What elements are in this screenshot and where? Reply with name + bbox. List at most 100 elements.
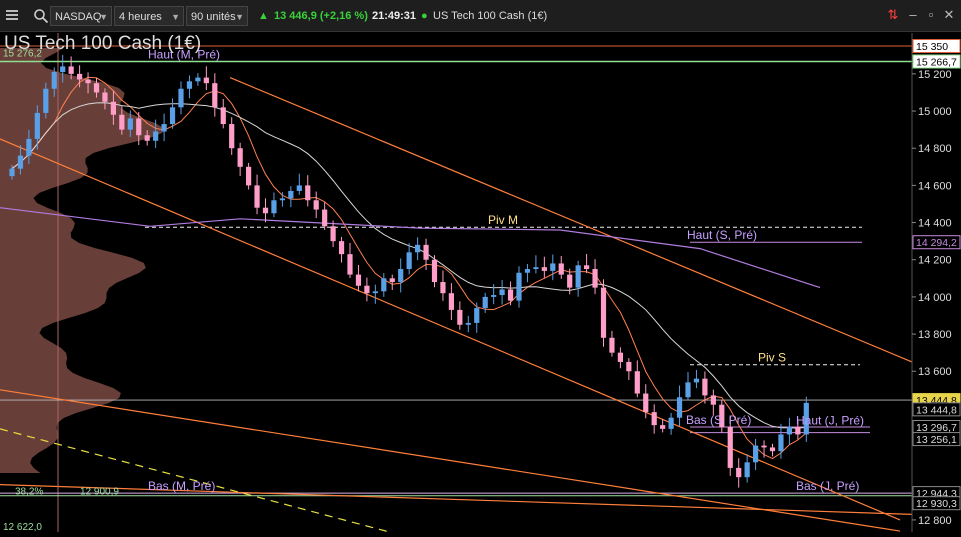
candle-body — [693, 378, 700, 383]
candle-body — [685, 382, 691, 398]
price-tag-label: 15 350 — [916, 41, 948, 53]
candle-body — [34, 112, 40, 139]
candle-body — [440, 282, 446, 294]
y-tick-label: 15 000 — [918, 106, 952, 118]
candle-body — [43, 88, 49, 113]
level-label: Haut (S, Pré) — [687, 228, 757, 242]
instrument-name: US Tech 100 Cash (1€) — [433, 10, 548, 22]
candle-body — [144, 135, 150, 141]
left-label: 38,2% — [15, 487, 43, 498]
y-tick-label: 14 800 — [918, 143, 952, 155]
candle-body — [372, 291, 378, 294]
candle-body — [584, 265, 590, 270]
units-select[interactable]: 90 unités ▼ — [186, 6, 248, 26]
candle-body — [448, 293, 454, 310]
candle-body — [262, 207, 269, 214]
channel-line — [0, 484, 913, 515]
search-icon[interactable] — [33, 8, 49, 24]
candle-body — [237, 148, 243, 167]
candle-body — [744, 462, 750, 478]
candle-body — [406, 252, 412, 270]
candle-body — [567, 274, 573, 288]
price-tag-label: 13 444,8 — [916, 404, 957, 416]
minimize-icon[interactable]: – — [906, 8, 920, 22]
toolbar: NASDAQ ▼ 4 heures ▼ 90 unités ▼ ▲ 13 446… — [0, 0, 961, 32]
candle-body — [474, 308, 480, 323]
candle-body — [507, 289, 514, 301]
candle-body — [660, 425, 666, 429]
y-tick-label: 14 400 — [918, 218, 952, 230]
candle-body — [727, 426, 733, 468]
candle-body — [558, 263, 564, 275]
candle-body — [541, 267, 547, 271]
candle-body — [93, 83, 100, 93]
symbol-select[interactable]: NASDAQ ▼ — [50, 6, 112, 26]
menu-icon[interactable] — [6, 9, 18, 21]
up-arrow-icon: ▲ — [258, 10, 269, 22]
chart-area[interactable]: Haut (M, Pré) Piv M Haut (S, Pré) Piv S Bas … — [0, 33, 961, 536]
candle-body — [423, 244, 429, 260]
timeframe-select[interactable]: 4 heures ▼ — [114, 6, 184, 26]
candle-body — [17, 155, 24, 169]
candle-body — [136, 118, 142, 136]
candle-body — [736, 467, 742, 478]
candle-body — [524, 269, 531, 273]
candle-body — [169, 107, 176, 125]
candle-body — [355, 274, 362, 286]
candle-body — [600, 287, 607, 338]
candle-body — [85, 79, 91, 84]
candle-body — [465, 322, 471, 325]
candle-body — [220, 107, 226, 125]
candle-body — [330, 226, 336, 242]
y-tick-label: 14 200 — [918, 255, 952, 267]
candle-body — [609, 337, 615, 353]
volume-profile-shape — [0, 48, 164, 473]
level-label: Bas (M, Pré) — [148, 479, 215, 493]
candle-body — [769, 447, 776, 452]
candle-body — [178, 88, 184, 108]
status-dot-icon: ● — [421, 10, 428, 22]
candle-body — [254, 185, 260, 208]
price-tag-label: 12 930,3 — [916, 498, 957, 510]
candle-body — [676, 397, 683, 418]
candle-body — [516, 272, 522, 301]
level-label: Bas (S, Pré) — [686, 413, 751, 427]
price-chart[interactable]: Haut (M, Pré)Piv MHaut (S, Pré)Piv SBas … — [0, 33, 961, 536]
y-tick-label: 14 600 — [918, 180, 952, 192]
candle-body — [127, 118, 133, 130]
maximize-icon[interactable]: ▫ — [924, 8, 938, 22]
price-change: 13 446,9 (+2,16 %) — [274, 10, 368, 22]
candle-body — [389, 278, 395, 283]
candle-body — [457, 309, 463, 325]
candle-body — [212, 83, 218, 108]
candle-body — [347, 254, 353, 275]
trend-channels — [0, 77, 913, 536]
channel-line — [229, 77, 913, 363]
candle-body — [288, 190, 294, 199]
candle-body — [364, 285, 370, 294]
y-tick-label: 12 800 — [918, 515, 952, 527]
candle-body — [161, 124, 167, 132]
candle-body — [499, 289, 505, 296]
y-tick-label: 14 000 — [918, 292, 952, 304]
candle-body — [668, 417, 674, 429]
candle-body — [753, 445, 759, 463]
candle-body — [634, 371, 640, 394]
chart-title: US Tech 100 Cash (1€) — [4, 33, 201, 54]
candle-body — [338, 241, 345, 255]
candle-body — [710, 395, 716, 405]
candle-body — [110, 101, 116, 115]
clock-time: 21:49:31 — [372, 10, 417, 22]
close-icon[interactable]: ✕ — [942, 8, 956, 22]
candle-body — [786, 426, 792, 435]
channel-line — [0, 138, 901, 521]
candle-body — [702, 378, 708, 396]
refresh-icon[interactable]: ⇅ — [886, 8, 900, 22]
units-label: 90 unités — [191, 11, 236, 23]
candle-body — [778, 434, 784, 452]
candle-body — [9, 168, 15, 177]
candle-body — [643, 393, 649, 413]
candle-body — [575, 265, 581, 288]
candle-body — [550, 263, 556, 271]
candle-body — [415, 244, 421, 253]
